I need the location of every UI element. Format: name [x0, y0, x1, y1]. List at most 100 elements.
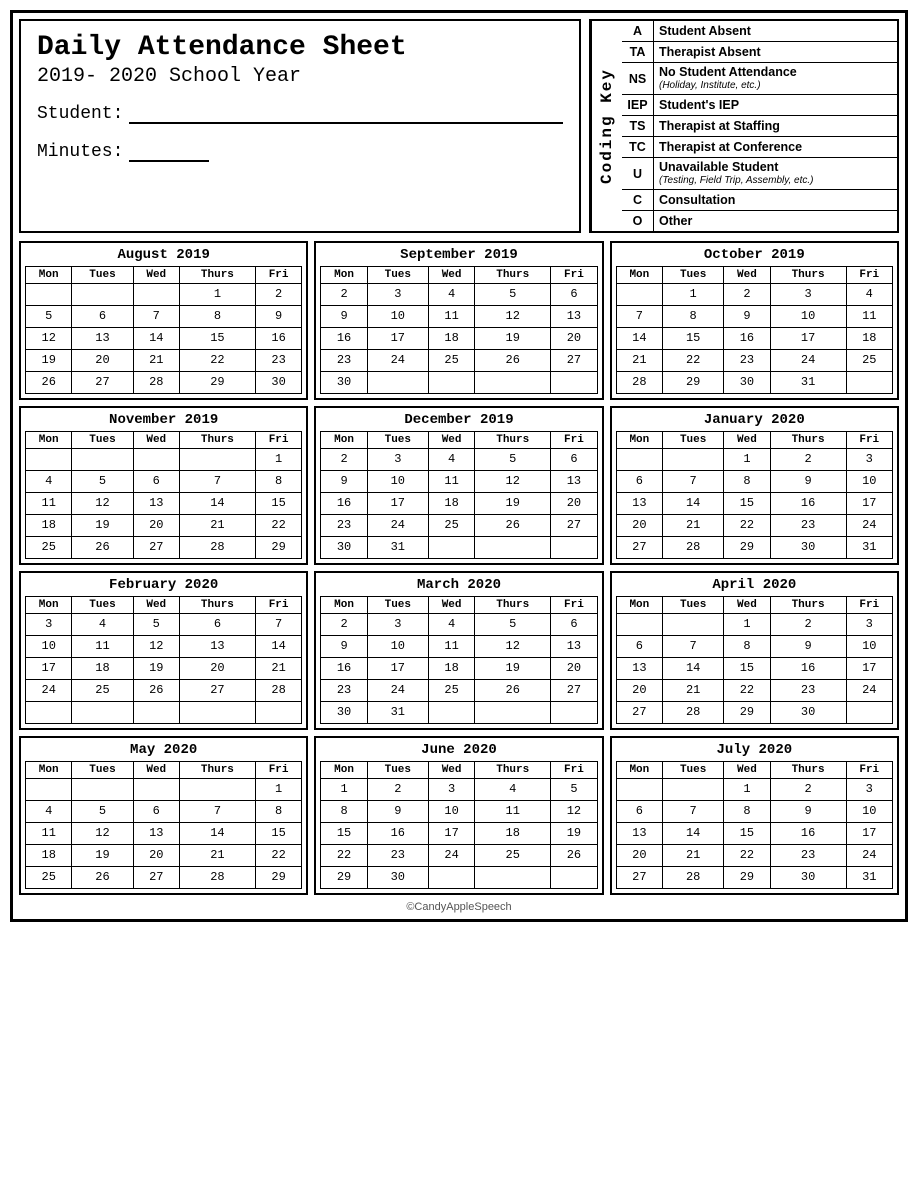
calendar-day-cell: 12	[475, 306, 551, 328]
calendar-day-header: Fri	[255, 267, 301, 284]
table-row: 23456	[321, 614, 597, 636]
calendar-title: March 2020	[320, 577, 597, 593]
calendar-day-cell: 6	[616, 471, 662, 493]
table-row: 123	[616, 614, 892, 636]
calendar-day-header: Fri	[255, 432, 301, 449]
calendar-day-cell: 21	[179, 515, 255, 537]
calendar-day-header: Wed	[724, 267, 770, 284]
table-row: 12	[26, 284, 302, 306]
calendar-day-cell: 6	[551, 284, 597, 306]
calendar-day-header: Fri	[551, 432, 597, 449]
calendar-title: July 2020	[616, 742, 893, 758]
calendar-day-header: Mon	[616, 762, 662, 779]
calendar-day-cell: 6	[616, 636, 662, 658]
table-row: 678910	[616, 636, 892, 658]
calendar-day-cell	[72, 449, 133, 471]
calendar-day-cell: 31	[846, 867, 892, 889]
calendar-day-cell: 13	[616, 658, 662, 680]
calendar-day-cell: 12	[475, 471, 551, 493]
calendar-day-cell: 11	[428, 471, 474, 493]
calendar-day-cell: 18	[26, 515, 72, 537]
calendar-day-cell: 13	[179, 636, 255, 658]
calendar-day-cell: 9	[321, 636, 367, 658]
calendar-box: August 2019MonTuesWedThursFri12567891213…	[19, 241, 308, 400]
calendar-day-cell: 29	[321, 867, 367, 889]
calendar-day-cell	[133, 702, 179, 724]
calendar-day-header: Thurs	[475, 762, 551, 779]
calendar-day-cell	[26, 284, 72, 306]
table-row: 1213141516	[26, 328, 302, 350]
calendar-day-header: Tues	[367, 597, 428, 614]
calendar-day-header: Wed	[133, 597, 179, 614]
calendar-day-cell: 8	[255, 801, 301, 823]
table-row: 89101112	[321, 801, 597, 823]
coding-row: U Unavailable Student (Testing, Field Tr…	[622, 158, 897, 190]
table-row: 1617181920	[321, 493, 597, 515]
coding-main: Therapist at Conference	[659, 140, 892, 155]
calendar-day-cell: 29	[663, 372, 724, 394]
table-row: 7891011	[616, 306, 892, 328]
table-row: 2324252627	[321, 515, 597, 537]
calendar-day-cell: 13	[133, 493, 179, 515]
calendar-day-header: Mon	[26, 597, 72, 614]
calendar-day-cell: 7	[179, 471, 255, 493]
coding-row: NS No Student Attendance (Holiday, Insti…	[622, 63, 897, 95]
calendar-title: September 2019	[320, 247, 597, 263]
calendar-day-cell: 29	[724, 867, 770, 889]
calendar-day-cell: 9	[770, 801, 846, 823]
calendar-day-cell: 22	[724, 680, 770, 702]
calendar-day-header: Thurs	[770, 267, 846, 284]
coding-key-table: A Student Absent TA Therapist Absent NS …	[622, 21, 897, 231]
calendar-day-cell	[255, 702, 301, 724]
coding-main: Unavailable Student	[659, 160, 892, 175]
table-row: 2526272829	[26, 537, 302, 559]
calendar-day-cell	[551, 537, 597, 559]
calendar-box: September 2019MonTuesWedThursFri23456910…	[314, 241, 603, 400]
coding-desc: Therapist Absent	[654, 42, 897, 62]
calendar-day-header: Mon	[616, 432, 662, 449]
calendar-title: May 2020	[25, 742, 302, 758]
calendar-day-header: Wed	[724, 597, 770, 614]
calendar-day-cell: 29	[255, 867, 301, 889]
calendar-day-cell: 4	[428, 614, 474, 636]
table-row: 2021222324	[616, 680, 892, 702]
calendar-day-cell: 18	[475, 823, 551, 845]
calendar-day-cell: 18	[428, 493, 474, 515]
table-row: 1112131415	[26, 493, 302, 515]
calendar-day-cell: 7	[179, 801, 255, 823]
calendar-day-cell: 18	[428, 328, 474, 350]
student-line: Student:	[37, 104, 563, 124]
calendar-day-cell: 9	[724, 306, 770, 328]
calendar-day-header: Fri	[846, 432, 892, 449]
calendar-day-cell: 31	[770, 372, 846, 394]
calendar-day-cell	[663, 614, 724, 636]
calendar-day-cell: 10	[846, 471, 892, 493]
calendar-day-cell: 30	[321, 372, 367, 394]
table-row: 56789	[26, 306, 302, 328]
calendar-day-cell	[475, 702, 551, 724]
calendar-day-cell: 2	[770, 779, 846, 801]
calendar-day-cell: 24	[846, 845, 892, 867]
calendar-day-cell: 3	[26, 614, 72, 636]
coding-desc: Therapist at Conference	[654, 137, 897, 157]
calendar-day-cell: 13	[551, 306, 597, 328]
calendar-day-cell: 20	[551, 658, 597, 680]
calendar-day-cell: 8	[179, 306, 255, 328]
calendar-day-header: Mon	[321, 762, 367, 779]
calendar-table: MonTuesWedThursFri3456710111213141718192…	[25, 596, 302, 724]
calendar-day-cell: 1	[724, 614, 770, 636]
calendar-day-cell: 23	[770, 845, 846, 867]
coding-desc: Student's IEP	[654, 95, 897, 115]
table-row: 123	[616, 449, 892, 471]
calendar-day-cell: 11	[475, 801, 551, 823]
calendar-day-header: Thurs	[179, 267, 255, 284]
calendar-day-cell: 27	[551, 350, 597, 372]
calendar-day-header: Fri	[551, 267, 597, 284]
calendar-day-header: Wed	[428, 267, 474, 284]
calendar-day-header: Wed	[724, 762, 770, 779]
calendar-day-header: Fri	[846, 762, 892, 779]
calendar-day-cell	[428, 867, 474, 889]
calendar-day-cell: 1	[663, 284, 724, 306]
calendar-day-cell	[26, 449, 72, 471]
calendar-day-cell: 5	[133, 614, 179, 636]
